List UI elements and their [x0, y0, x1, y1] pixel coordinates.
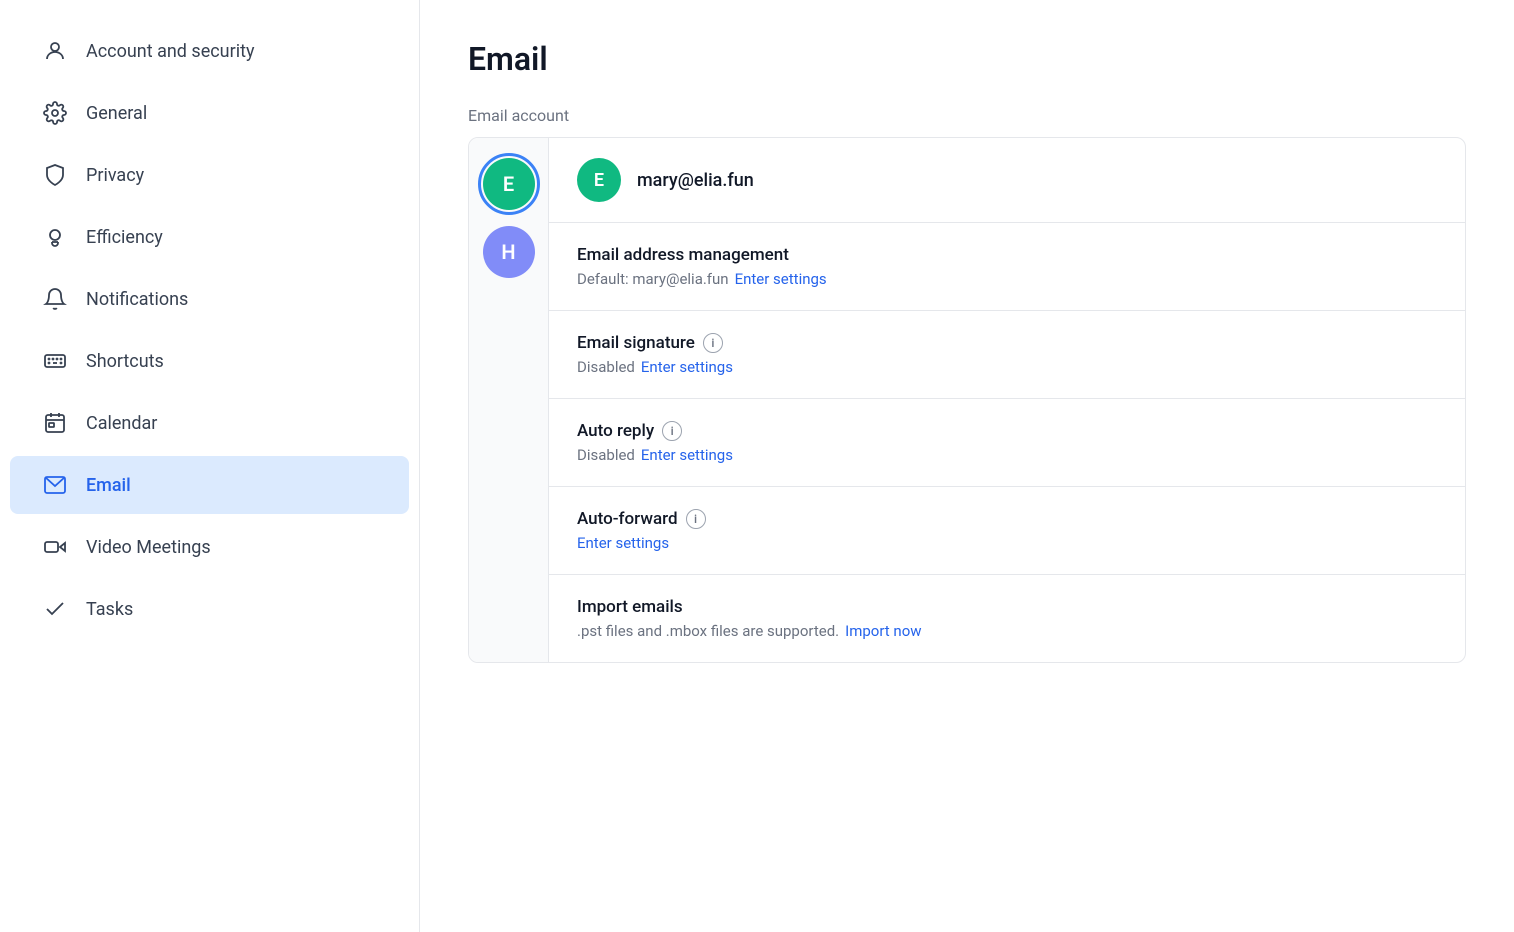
shield-icon: [42, 162, 68, 188]
sidebar-label-efficiency: Efficiency: [86, 227, 163, 248]
link-auto-reply-settings[interactable]: Enter settings: [641, 446, 733, 464]
bulb-icon: [42, 224, 68, 250]
avatar-e-selected[interactable]: E: [483, 158, 535, 210]
sidebar-label-video-meetings: Video Meetings: [86, 537, 211, 558]
sidebar-item-general[interactable]: General: [10, 84, 409, 142]
account-header-avatar: E: [577, 158, 621, 202]
sidebar-label-notifications: Notifications: [86, 289, 188, 310]
link-auto-forward-settings[interactable]: Enter settings: [577, 534, 669, 552]
sidebar-label-account-security: Account and security: [86, 41, 254, 62]
sidebar-item-efficiency[interactable]: Efficiency: [10, 208, 409, 266]
row-sub-email-signature: Disabled Enter settings: [577, 358, 1437, 376]
link-import-now[interactable]: Import now: [845, 622, 921, 640]
sidebar-item-email[interactable]: Email: [10, 456, 409, 514]
avatar-letter-h: H: [501, 240, 515, 264]
avatar-letter-e: E: [503, 172, 514, 196]
info-icon-auto-forward[interactable]: i: [686, 509, 706, 529]
row-sub-auto-reply: Disabled Enter settings: [577, 446, 1437, 464]
tasks-icon: [42, 596, 68, 622]
sidebar-label-email: Email: [86, 475, 131, 496]
sidebar-item-calendar[interactable]: Calendar: [10, 394, 409, 452]
row-auto-forward: Auto-forward i Enter settings: [549, 487, 1465, 575]
video-icon: [42, 534, 68, 560]
email-account-panel: E H E mary@elia.fun Email address manage…: [468, 137, 1466, 663]
sidebar-item-video-meetings[interactable]: Video Meetings: [10, 518, 409, 576]
row-sub-auto-forward: Enter settings: [577, 534, 1437, 552]
info-icon-email-signature[interactable]: i: [703, 333, 723, 353]
settings-column: E mary@elia.fun Email address management…: [549, 138, 1465, 662]
avatar-h[interactable]: H: [483, 226, 535, 278]
calendar-icon: [42, 410, 68, 436]
row-sub-text-0: Default: mary@elia.fun: [577, 270, 729, 288]
row-email-address-management: Email address management Default: mary@e…: [549, 223, 1465, 311]
sidebar-item-privacy[interactable]: Privacy: [10, 146, 409, 204]
row-sub-text-1: Disabled: [577, 358, 635, 376]
sidebar-item-shortcuts[interactable]: Shortcuts: [10, 332, 409, 390]
row-sub-email-address-management: Default: mary@elia.fun Enter settings: [577, 270, 1437, 288]
link-email-address-settings[interactable]: Enter settings: [735, 270, 827, 288]
row-sub-text-4: .pst files and .mbox files are supported…: [577, 622, 839, 640]
sidebar: Account and security General Privacy: [0, 0, 420, 932]
sidebar-label-calendar: Calendar: [86, 413, 157, 434]
email-icon: [42, 472, 68, 498]
row-title-email-signature: Email signature i: [577, 333, 1437, 353]
row-auto-reply: Auto reply i Disabled Enter settings: [549, 399, 1465, 487]
info-icon-auto-reply[interactable]: i: [662, 421, 682, 441]
keyboard-icon: [42, 348, 68, 374]
bell-icon: [42, 286, 68, 312]
row-email-signature: Email signature i Disabled Enter setting…: [549, 311, 1465, 399]
sidebar-item-tasks[interactable]: Tasks: [10, 580, 409, 638]
row-title-email-address-management: Email address management: [577, 245, 1437, 265]
gear-icon: [42, 100, 68, 126]
section-label: Email account: [468, 106, 1466, 125]
main-content: Email Email account E H E mary@elia.fun: [420, 0, 1514, 932]
row-import-emails: Import emails .pst files and .mbox files…: [549, 575, 1465, 662]
sidebar-label-shortcuts: Shortcuts: [86, 351, 164, 372]
sidebar-item-notifications[interactable]: Notifications: [10, 270, 409, 328]
link-email-signature-settings[interactable]: Enter settings: [641, 358, 733, 376]
row-title-auto-forward: Auto-forward i: [577, 509, 1437, 529]
sidebar-label-tasks: Tasks: [86, 599, 133, 620]
sidebar-item-account-security[interactable]: Account and security: [10, 22, 409, 80]
row-sub-import-emails: .pst files and .mbox files are supported…: [577, 622, 1437, 640]
person-icon: [42, 38, 68, 64]
account-header: E mary@elia.fun: [549, 138, 1465, 223]
page-title: Email: [468, 40, 1466, 78]
row-sub-text-2: Disabled: [577, 446, 635, 464]
row-title-auto-reply: Auto reply i: [577, 421, 1437, 441]
avatars-column: E H: [469, 138, 549, 662]
account-avatar-letter: E: [594, 170, 604, 191]
sidebar-label-privacy: Privacy: [86, 165, 144, 186]
row-title-import-emails: Import emails: [577, 597, 1437, 617]
sidebar-label-general: General: [86, 103, 147, 124]
account-email: mary@elia.fun: [637, 170, 754, 191]
